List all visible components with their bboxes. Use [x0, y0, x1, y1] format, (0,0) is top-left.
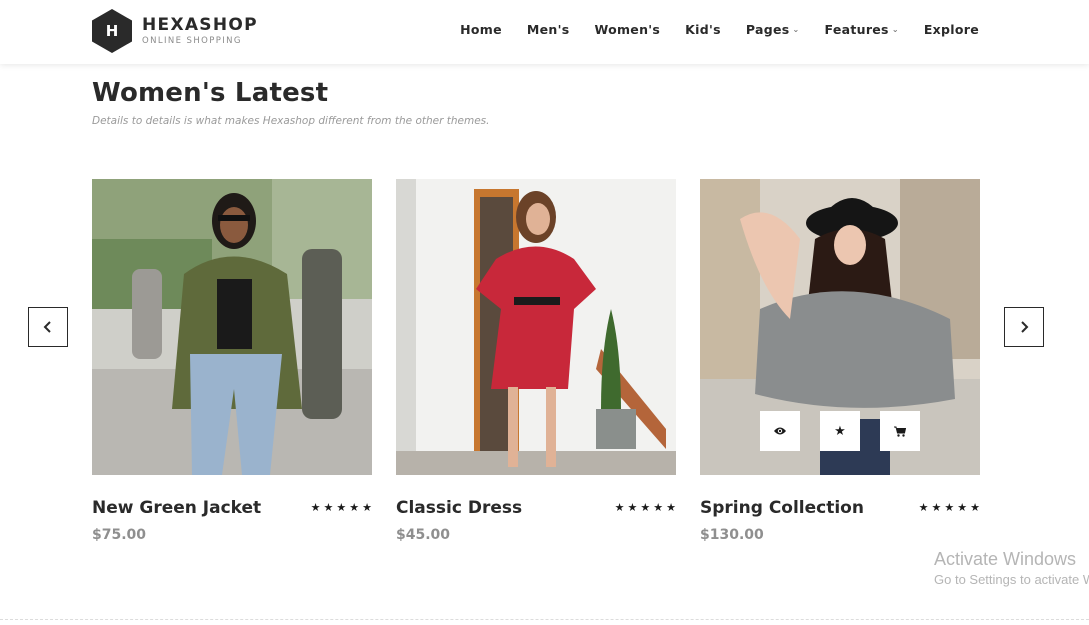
product-rating: ★ ★ ★ ★ ★	[615, 501, 676, 514]
nav-label: Men's	[526, 22, 570, 37]
star-icon: ★	[362, 501, 372, 514]
nav-mens[interactable]: Men's	[527, 22, 570, 37]
hexagon-logo-icon: H	[91, 8, 133, 54]
star-icon: ★	[310, 501, 321, 514]
quick-view-button[interactable]	[760, 411, 800, 451]
add-to-cart-button[interactable]	[880, 411, 920, 451]
brand-tagline: ONLINE SHOPPING	[142, 36, 242, 46]
star-icon: ★	[834, 423, 846, 439]
eye-icon	[774, 427, 786, 435]
chevron-right-icon	[1021, 321, 1029, 333]
product-name[interactable]: Classic Dress	[396, 498, 522, 518]
section-divider	[0, 619, 1089, 620]
product-price: $75.00	[92, 527, 147, 543]
product-card[interactable]: ★ Spring Collection $130.00 ★ ★ ★ ★ ★	[700, 179, 980, 543]
star-icon: ★	[931, 501, 942, 514]
product-hover-actions: ★	[760, 411, 920, 451]
star-icon: ★	[336, 501, 347, 514]
star-icon: ★	[653, 501, 664, 514]
product-price: $45.00	[396, 527, 451, 543]
product-image-spring-collection[interactable]: ★	[700, 179, 980, 475]
nav-label: Explore	[923, 22, 979, 37]
nav-label: Features	[824, 22, 889, 37]
star-icon: ★	[944, 501, 955, 514]
product-rating: ★ ★ ★ ★ ★	[311, 501, 372, 514]
nav-explore[interactable]: Explore	[924, 22, 979, 37]
nav-home[interactable]: Home	[460, 22, 502, 37]
brand-logo[interactable]: H HEXASHOP ONLINE SHOPPING	[91, 8, 258, 54]
nav-label: Pages	[745, 22, 790, 37]
carousel-next-button[interactable]	[1004, 307, 1044, 347]
main-nav: Home Men's Women's Kid's Pages ⌄ Features…	[460, 22, 979, 37]
star-icon: ★	[957, 501, 968, 514]
nav-womens[interactable]: Women's	[594, 22, 660, 37]
add-to-wishlist-button[interactable]: ★	[820, 411, 860, 451]
product-price: $130.00	[700, 527, 764, 543]
nav-pages[interactable]: Pages ⌄	[746, 22, 800, 37]
star-icon: ★	[349, 501, 360, 514]
star-icon: ★	[323, 501, 334, 514]
chevron-down-icon: ⌄	[792, 25, 800, 34]
section-description: Details to details is what makes Hexasho…	[92, 115, 490, 127]
star-icon: ★	[918, 501, 929, 514]
carousel-prev-button[interactable]	[28, 307, 68, 347]
site-header: H HEXASHOP ONLINE SHOPPING Home Men's Wo…	[0, 0, 1089, 64]
nav-label: Women's	[594, 22, 661, 37]
product-card[interactable]: Classic Dress $45.00 ★ ★ ★ ★ ★	[396, 179, 676, 543]
star-icon: ★	[627, 501, 638, 514]
watermark-title: Activate Windows	[934, 549, 1077, 569]
nav-features[interactable]: Features ⌄	[825, 22, 899, 37]
nav-label: Home	[460, 22, 502, 37]
logo-letter: H	[105, 22, 119, 40]
nav-label: Kid's	[685, 22, 721, 37]
product-name[interactable]: Spring Collection	[700, 498, 864, 518]
star-icon: ★	[970, 501, 980, 514]
chevron-left-icon	[43, 321, 51, 333]
product-image-classic-dress[interactable]	[396, 179, 676, 475]
chevron-down-icon: ⌄	[891, 25, 899, 34]
star-icon: ★	[614, 501, 625, 514]
windows-activation-watermark: Activate Windows Go to Settings to activ…	[934, 549, 1089, 587]
product-rating: ★ ★ ★ ★ ★	[919, 501, 980, 514]
watermark-subtitle: Go to Settings to activate Windows.	[934, 572, 1089, 587]
star-icon: ★	[640, 501, 651, 514]
cart-icon	[894, 426, 906, 437]
brand-name: HEXASHOP	[142, 15, 258, 35]
star-icon: ★	[666, 501, 676, 514]
nav-kids[interactable]: Kid's	[685, 22, 721, 37]
product-card[interactable]: New Green Jacket $75.00 ★ ★ ★ ★ ★	[92, 179, 372, 543]
product-image-green-jacket[interactable]	[92, 179, 372, 475]
product-name[interactable]: New Green Jacket	[92, 498, 261, 518]
section-title: Women's Latest	[92, 78, 329, 108]
